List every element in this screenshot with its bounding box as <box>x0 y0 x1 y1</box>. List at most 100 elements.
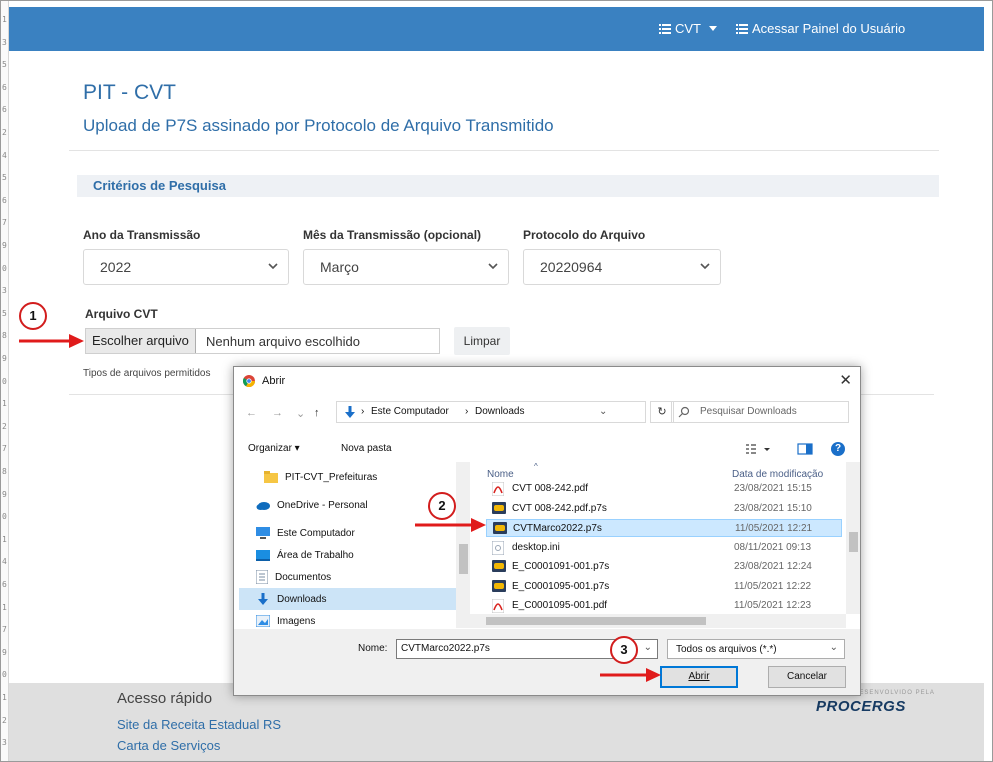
gutter-number: 4 <box>2 557 7 567</box>
file-vscrollbar[interactable] <box>846 462 860 614</box>
scroll-thumb[interactable] <box>486 617 706 625</box>
browser-frame: 1 3 5 6 6 2 4 5 6 7 9 0 3 5 8 9 0 1 2 7 8 9 0 1 4 6 1 7 9 0 1 2 3 CVT Ac… <box>0 0 993 762</box>
file-row[interactable]: desktop.ini 08/11/2021 09:13 <box>486 539 842 557</box>
p7s-icon <box>493 522 507 537</box>
help-icon[interactable]: ? <box>831 442 845 456</box>
nav-item-pit-cvt-prefeituras[interactable]: PIT-CVT_Prefeituras <box>264 466 377 488</box>
breadcrumb-downloads[interactable]: Downloads <box>475 406 524 417</box>
close-icon[interactable]: ✕ <box>839 371 852 389</box>
footer-link-receita[interactable]: Site da Receita Estadual RS <box>117 717 281 732</box>
brand-caption: DESENVOLVIDO PELA <box>854 690 935 696</box>
month-select[interactable]: Março <box>303 249 509 285</box>
gutter-number: 6 <box>2 580 7 589</box>
new-folder-button[interactable]: Nova pasta <box>341 443 392 454</box>
chevron-down-icon[interactable]: ⌄ <box>644 642 652 653</box>
allowed-types-text: Tipos de arquivos permitidos <box>83 368 211 379</box>
file-type-select[interactable]: Todos os arquivos (*.*) ⌄ <box>667 639 845 659</box>
page-title: PIT - CVT <box>83 81 176 104</box>
cvt-menu[interactable]: CVT <box>659 21 717 36</box>
gutter-number: 9 <box>2 647 7 657</box>
gutter-number: 1 <box>2 693 7 702</box>
user-panel-label: Acessar Painel do Usuário <box>752 21 906 36</box>
gutter-number: 5 <box>2 173 7 183</box>
nav-item-label: PIT-CVT_Prefeituras <box>285 471 378 483</box>
gutter-number: 0 <box>2 670 7 680</box>
view-options-icon[interactable] <box>746 441 818 457</box>
nav-scrollbar[interactable] <box>456 462 470 628</box>
file-name-label: Nome: <box>358 643 388 654</box>
footer-title: Acesso rápido <box>117 690 213 707</box>
footer-link-carta[interactable]: Carta de Serviços <box>117 738 220 753</box>
page-subtitle: Upload de P7S assinado por Protocolo de … <box>83 116 554 135</box>
forward-icon[interactable]: → <box>272 407 283 419</box>
gutter-number: 2 <box>2 128 7 137</box>
protocol-select[interactable]: 20220964 <box>523 249 721 285</box>
gutter-number: 4 <box>2 150 7 160</box>
scroll-thumb[interactable] <box>849 532 858 552</box>
chevron-down-icon <box>700 263 710 270</box>
nav-item--rea-de-trabalho[interactable]: Área de Trabalho <box>256 544 354 566</box>
user-panel-link[interactable]: Acessar Painel do Usuário <box>736 21 905 36</box>
back-icon[interactable]: ← <box>246 407 257 419</box>
file-row[interactable]: E_C0001091-001.p7s 23/08/2021 12:24 <box>486 558 842 576</box>
nav-item-onedrive-personal[interactable]: OneDrive - Personal <box>256 494 368 516</box>
file-hscrollbar[interactable] <box>470 614 846 628</box>
file-input[interactable]: Escolher arquivo Nenhum arquivo escolhid… <box>85 328 440 354</box>
gutter-number: 7 <box>2 218 7 228</box>
gutter-number: 0 <box>2 263 7 273</box>
file-row[interactable]: CVT 008-242.pdf 23/08/2021 15:15 <box>486 480 842 498</box>
gutter-number: 5 <box>2 60 7 70</box>
nav-item-documentos[interactable]: Documentos <box>256 566 331 588</box>
organize-button[interactable]: Organizar ▾ <box>248 443 300 454</box>
ini-icon <box>491 540 505 558</box>
file-name: CVT 008-242.pdf.p7s <box>512 502 607 514</box>
nav-item-este-computador[interactable]: Este Computador <box>256 522 355 544</box>
file-date: 11/05/2021 12:22 <box>734 580 812 592</box>
breadcrumb-computer[interactable]: Este Computador <box>371 406 449 417</box>
address-bar[interactable]: › Este Computador › Downloads ⌄ <box>336 401 646 423</box>
nav-item-imagens[interactable]: Imagens <box>256 610 315 628</box>
chevron-down-icon[interactable]: ⌄ <box>599 406 607 417</box>
download-icon <box>256 592 270 606</box>
annotation-badge-3: 3 <box>610 636 638 664</box>
column-name[interactable]: Nome <box>487 469 514 480</box>
file-type-value: Todos os arquivos (*.*) <box>676 644 777 655</box>
recent-dropdown-icon[interactable]: ⌄ <box>296 407 305 420</box>
file-row[interactable]: CVT 008-242.pdf.p7s 23/08/2021 15:10 <box>486 500 842 518</box>
gutter-number: 7 <box>2 625 7 635</box>
chevron-down-icon <box>268 263 278 270</box>
up-icon[interactable]: ↑ <box>314 407 320 419</box>
cancel-button[interactable]: Cancelar <box>768 666 846 688</box>
open-button[interactable]: Abrir <box>660 666 738 688</box>
scroll-thumb[interactable] <box>459 544 468 574</box>
file-name-value: CVTMarco2022.p7s <box>401 643 490 654</box>
gutter-number: 1 <box>2 534 7 544</box>
file-row[interactable]: E_C0001095-001.p7s 11/05/2021 12:22 <box>486 578 842 596</box>
search-icon <box>678 406 690 418</box>
nav-item-label: Área de Trabalho <box>277 549 354 561</box>
file-row[interactable]: E_C0001095-001.pdf 11/05/2021 12:23 <box>486 597 842 615</box>
gutter-number: 9 <box>2 241 7 250</box>
file-name: CVTMarco2022.p7s <box>513 523 602 534</box>
cloud-icon <box>256 500 270 510</box>
gutter-number: 1 <box>2 15 7 24</box>
p7s-icon <box>492 501 506 517</box>
choose-file-button[interactable]: Escolher arquivo <box>86 329 196 353</box>
gutter-number: 1 <box>2 399 7 409</box>
gutter-number: 2 <box>2 421 7 431</box>
file-name: CVT 008-242.pdf <box>512 483 588 494</box>
gutter-number: 1 <box>2 602 7 612</box>
file-row[interactable]: CVTMarco2022.p7s 11/05/2021 12:21 <box>486 519 842 537</box>
year-select[interactable]: 2022 <box>83 249 289 285</box>
gutter-number: 8 <box>2 331 7 341</box>
nav-item-label: Este Computador <box>277 527 355 539</box>
month-value: Março <box>320 259 359 275</box>
column-date[interactable]: Data de modificação <box>732 469 823 480</box>
nav-item-label: Imagens <box>277 615 316 627</box>
sort-caret-icon: ^ <box>534 462 538 471</box>
divider <box>69 150 939 151</box>
gutter-number: 3 <box>2 738 7 748</box>
nav-item-downloads[interactable]: Downloads <box>239 588 456 610</box>
search-input[interactable]: Pesquisar Downloads <box>671 401 849 423</box>
clear-button[interactable]: Limpar <box>454 327 510 355</box>
